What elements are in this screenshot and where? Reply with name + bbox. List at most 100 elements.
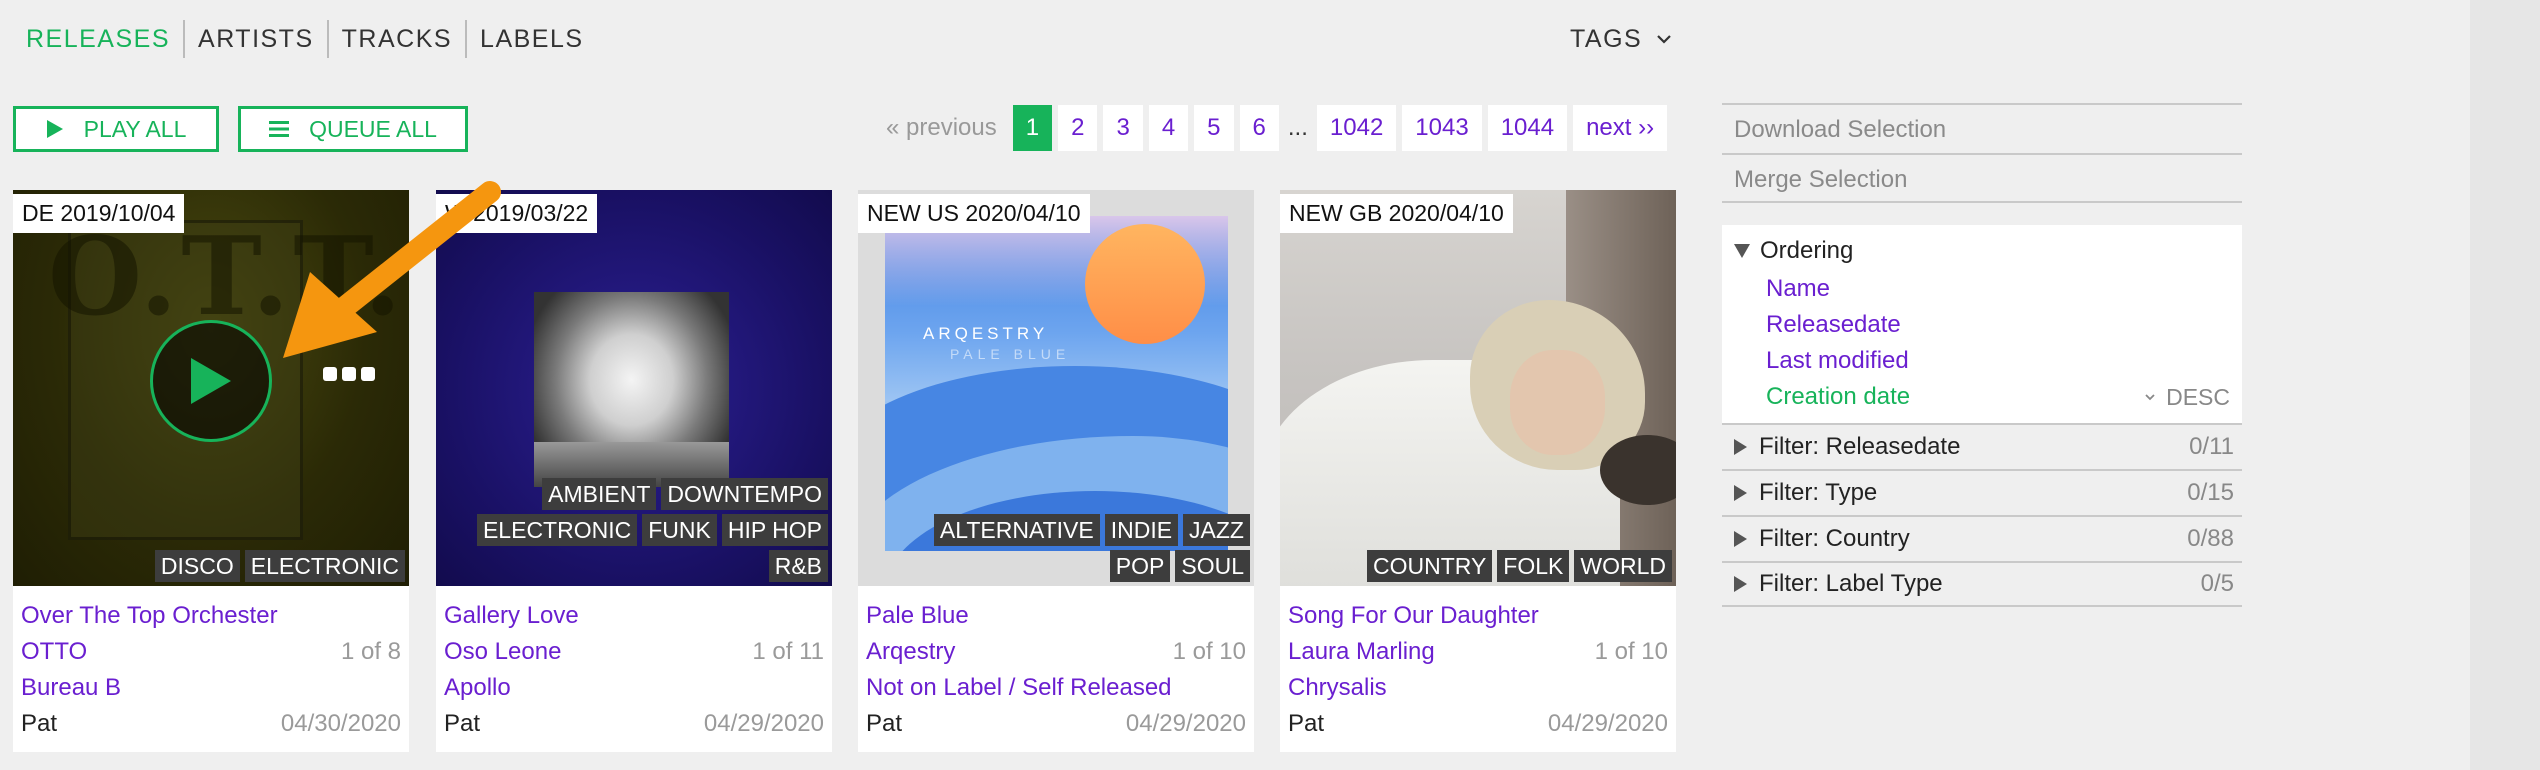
genre-tag[interactable]: R&B bbox=[768, 550, 828, 582]
genre-tag[interactable]: INDIE bbox=[1104, 514, 1179, 546]
release-info: Over The Top Orchester OTTO 1 of 8 Bureau… bbox=[21, 598, 401, 742]
queue-all-label: QUEUE ALL bbox=[309, 115, 437, 142]
cover-art-text: ARQESTRY bbox=[923, 324, 1049, 343]
pagination-previous[interactable]: « previous bbox=[876, 105, 1007, 151]
queue-all-button[interactable]: QUEUE ALL bbox=[238, 106, 468, 152]
genre-tag[interactable]: COUNTRY bbox=[1366, 550, 1493, 582]
release-added-date: 04/29/2020 bbox=[1547, 710, 1668, 737]
genre-tag[interactable]: DISCO bbox=[154, 550, 240, 582]
release-label[interactable]: Chrysalis bbox=[1288, 670, 1387, 706]
genre-tag[interactable]: SOUL bbox=[1175, 550, 1250, 582]
play-release-button[interactable] bbox=[150, 320, 272, 442]
genre-tag[interactable]: HIP HOP bbox=[721, 514, 828, 546]
sidebar-panel: Download Selection Merge Selection Order… bbox=[1722, 103, 2242, 607]
filter-label: Filter: Label Type bbox=[1759, 570, 1943, 597]
genre-tag[interactable]: ALTERNATIVE bbox=[933, 514, 1100, 546]
pagination-page-1044[interactable]: 1044 bbox=[1487, 105, 1568, 151]
filter-releasedate[interactable]: Filter: Releasedate 0/11 bbox=[1722, 423, 2242, 469]
release-artist[interactable]: Oso Leone bbox=[444, 634, 561, 670]
nav-artists[interactable]: ARTISTS bbox=[185, 20, 329, 58]
ordering-option-releasedate[interactable]: Releasedate bbox=[1734, 307, 2230, 343]
release-artist[interactable]: Arqestry bbox=[866, 634, 955, 670]
ordering-option-last-modified[interactable]: Last modified bbox=[1734, 343, 2230, 379]
nav-releases[interactable]: RELEASES bbox=[26, 20, 186, 58]
release-label[interactable]: Not on Label / Self Released bbox=[866, 670, 1172, 706]
chevron-down-icon bbox=[2145, 393, 2155, 400]
ordering-toggle[interactable]: Ordering bbox=[1734, 231, 2230, 271]
nav-labels[interactable]: LABELS bbox=[467, 20, 597, 58]
play-all-label: PLAY ALL bbox=[83, 115, 187, 142]
release-position: 1 of 10 bbox=[1172, 638, 1246, 665]
play-icon bbox=[191, 358, 231, 404]
ordering-title: Ordering bbox=[1760, 237, 1854, 264]
genre-tag[interactable]: POP bbox=[1109, 550, 1171, 582]
release-title[interactable]: Over The Top Orchester bbox=[21, 598, 278, 634]
release-date-badge: DE 2019/10/04 bbox=[13, 194, 185, 233]
right-edge-strip bbox=[2470, 0, 2540, 770]
filter-label: Filter: Type bbox=[1759, 479, 1878, 506]
release-cover[interactable]: NEW GB 2020/04/10 COUNTRY FOLK WORLD bbox=[1280, 190, 1676, 586]
release-user: Pat bbox=[444, 710, 481, 737]
pagination-page-1043[interactable]: 1043 bbox=[1402, 105, 1482, 151]
genre-tag[interactable]: ELECTRONIC bbox=[244, 550, 405, 582]
pagination-page-1[interactable]: 1 bbox=[1012, 105, 1053, 151]
release-cover[interactable]: ARQESTRY PALE BLUE NEW US 2020/04/10 ALT… bbox=[858, 190, 1254, 586]
release-label[interactable]: Bureau B bbox=[21, 670, 121, 706]
genre-tags: DISCO ELECTRONIC bbox=[45, 550, 405, 582]
release-user: Pat bbox=[866, 710, 903, 737]
chevron-down-icon bbox=[1657, 35, 1671, 44]
collapsed-triangle-icon bbox=[1734, 576, 1747, 592]
filter-country[interactable]: Filter: Country 0/88 bbox=[1722, 515, 2242, 561]
sort-direction-toggle[interactable]: DESC bbox=[2144, 379, 2230, 415]
genre-tag[interactable]: ELECTRONIC bbox=[476, 514, 638, 546]
tags-dropdown[interactable]: TAGS bbox=[1570, 20, 1672, 58]
pagination-page-6[interactable]: 6 bbox=[1239, 105, 1279, 151]
sort-direction-label: DESC bbox=[2166, 384, 2230, 410]
release-title[interactable]: Gallery Love bbox=[444, 598, 579, 634]
genre-tag[interactable]: FUNK bbox=[642, 514, 717, 546]
cover-art-subtext: PALE BLUE bbox=[950, 346, 1071, 362]
pagination-page-4[interactable]: 4 bbox=[1148, 105, 1189, 151]
cover-photo bbox=[534, 292, 729, 487]
pagination-page-3[interactable]: 3 bbox=[1103, 105, 1143, 151]
play-all-button[interactable]: PLAY ALL bbox=[13, 106, 219, 152]
genre-tag[interactable]: DOWNTEMPO bbox=[661, 478, 828, 510]
release-title[interactable]: Pale Blue bbox=[866, 598, 969, 634]
release-title[interactable]: Song For Our Daughter bbox=[1288, 598, 1539, 634]
release-position: 1 of 10 bbox=[1594, 638, 1668, 665]
expanded-triangle-icon bbox=[1734, 244, 1750, 258]
merge-selection-button[interactable]: Merge Selection bbox=[1722, 153, 2242, 203]
genre-tag[interactable]: JAZZ bbox=[1183, 514, 1250, 546]
release-position: 1 of 8 bbox=[340, 638, 401, 665]
pagination-page-5[interactable]: 5 bbox=[1194, 105, 1234, 151]
nav-tracks[interactable]: TRACKS bbox=[329, 20, 468, 58]
tags-label: TAGS bbox=[1570, 25, 1643, 53]
genre-tag[interactable]: WORLD bbox=[1574, 550, 1672, 582]
top-nav: RELEASES ARTISTS TRACKS LABELS bbox=[26, 20, 597, 58]
pagination-next[interactable]: next ›› bbox=[1573, 105, 1668, 151]
release-added-date: 04/29/2020 bbox=[1125, 710, 1246, 737]
release-date-badge: NEW US 2020/04/10 bbox=[858, 194, 1090, 233]
release-info: Gallery Love Oso Leone 1 of 11 Apollo Pat… bbox=[444, 598, 824, 742]
filter-count: 0/5 bbox=[2200, 570, 2234, 597]
pagination-page-1042[interactable]: 1042 bbox=[1316, 105, 1397, 151]
release-info: Pale Blue Arqestry 1 of 10 Not on Label /… bbox=[866, 598, 1246, 742]
collapsed-triangle-icon bbox=[1734, 439, 1747, 455]
filter-type[interactable]: Filter: Type 0/15 bbox=[1722, 469, 2242, 515]
filter-count: 0/15 bbox=[2187, 479, 2234, 506]
pagination-ellipsis: ... bbox=[1287, 114, 1308, 141]
release-artist[interactable]: OTTO bbox=[21, 634, 87, 670]
release-date-badge: NEW GB 2020/04/10 bbox=[1280, 194, 1513, 233]
release-label[interactable]: Apollo bbox=[444, 670, 511, 706]
filter-count: 0/88 bbox=[2187, 525, 2234, 552]
ordering-option-name[interactable]: Name bbox=[1734, 271, 2230, 307]
ordering-option-creation-date[interactable]: Creation date DESC bbox=[1734, 379, 2230, 415]
ordering-section: Ordering Name Releasedate Last modified … bbox=[1722, 225, 2242, 423]
release-card: ARQESTRY PALE BLUE NEW US 2020/04/10 ALT… bbox=[858, 190, 1254, 752]
download-selection-button[interactable]: Download Selection bbox=[1722, 103, 2242, 153]
genre-tag[interactable]: FOLK bbox=[1497, 550, 1570, 582]
release-artist[interactable]: Laura Marling bbox=[1288, 634, 1435, 670]
pagination-page-2[interactable]: 2 bbox=[1058, 105, 1098, 151]
genre-tag[interactable]: AMBIENT bbox=[542, 478, 657, 510]
filter-label-type[interactable]: Filter: Label Type 0/5 bbox=[1722, 561, 2242, 607]
